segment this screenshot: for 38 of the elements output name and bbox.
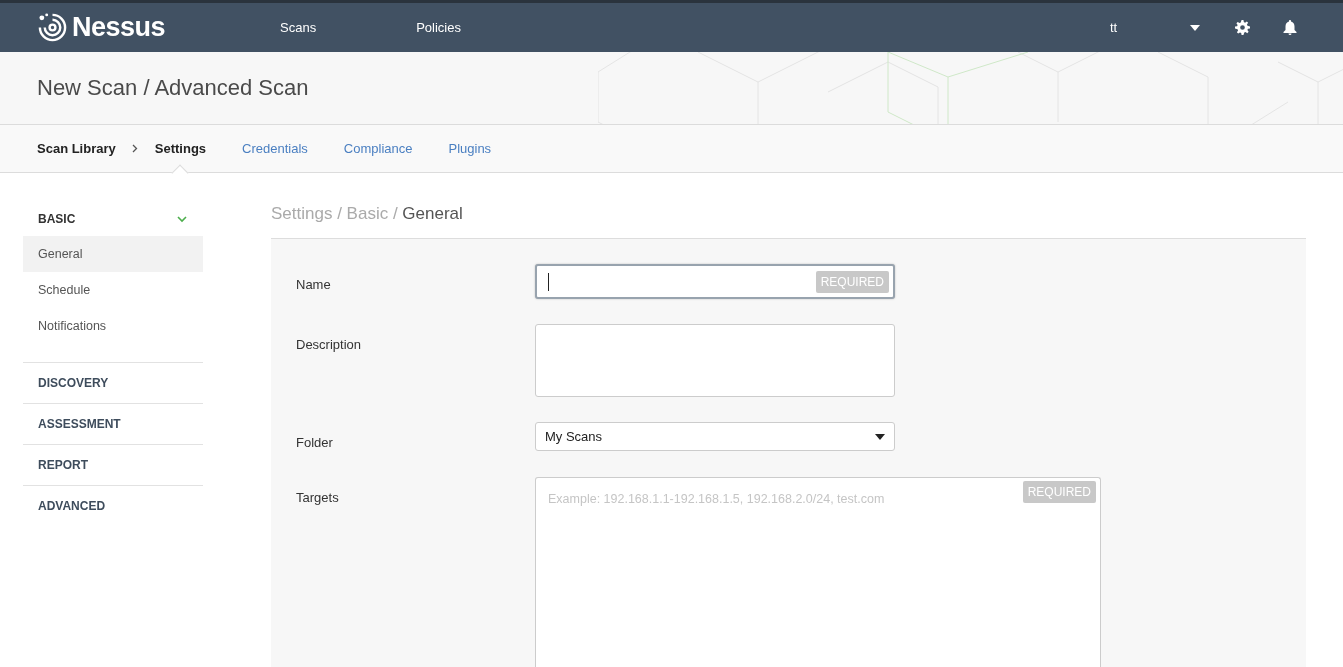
chevron-right-icon [131, 144, 138, 153]
logo-text: Nessus [72, 12, 166, 43]
field-label: Targets [296, 489, 340, 507]
nav-link[interactable]: Policies [416, 16, 461, 39]
page-title: New Scan / Advanced Scan [37, 75, 309, 101]
caret-icon[interactable] [1190, 24, 1200, 31]
placeholder-text: Example: 192.168.1.1-192.168.1.5, 192.168.2.0/24, test.com [548, 492, 885, 506]
sidebar-item[interactable]: Schedule [23, 272, 203, 308]
logo-icon [37, 12, 68, 43]
settings-icon[interactable] [1235, 20, 1250, 35]
sidebar-item[interactable]: Notifications [23, 308, 203, 344]
section-label: REPORT [38, 458, 88, 472]
caret-icon [875, 433, 885, 440]
section-header[interactable]: ADVANCED [23, 486, 203, 526]
tab[interactable]: Credentials [242, 125, 308, 172]
tab[interactable]: Plugins [448, 125, 492, 172]
section-label: ASSESSMENT [38, 417, 121, 431]
folder-dropdown[interactable]: My Scans [535, 422, 895, 451]
section-label: DISCOVERY [38, 376, 109, 390]
description-field[interactable] [535, 324, 895, 397]
sidebar-item[interactable]: General [23, 236, 203, 272]
nav-link[interactable]: Scans [280, 16, 317, 39]
section-header[interactable]: DISCOVERY [23, 363, 203, 403]
breadcrumb-link[interactable]: Scan Library [37, 125, 116, 172]
user-name[interactable]: tt [1110, 20, 1190, 35]
field-label: Name [296, 276, 332, 294]
breadcrumb: Settings / Basic / General [271, 204, 464, 225]
section-header[interactable]: ASSESSMENT [23, 404, 203, 444]
field-label: Description [296, 336, 363, 354]
notifications-icon[interactable] [1283, 20, 1297, 35]
chevron-down-icon[interactable] [177, 215, 187, 223]
tab[interactable]: Compliance [343, 125, 413, 172]
section-label: BASIC [38, 212, 76, 226]
field-label: Folder [296, 434, 334, 452]
section-header[interactable]: REPORT [23, 445, 203, 485]
section-header[interactable]: BASIC [23, 199, 203, 239]
section-label: ADVANCED [38, 499, 106, 513]
text-cursor [548, 273, 549, 291]
